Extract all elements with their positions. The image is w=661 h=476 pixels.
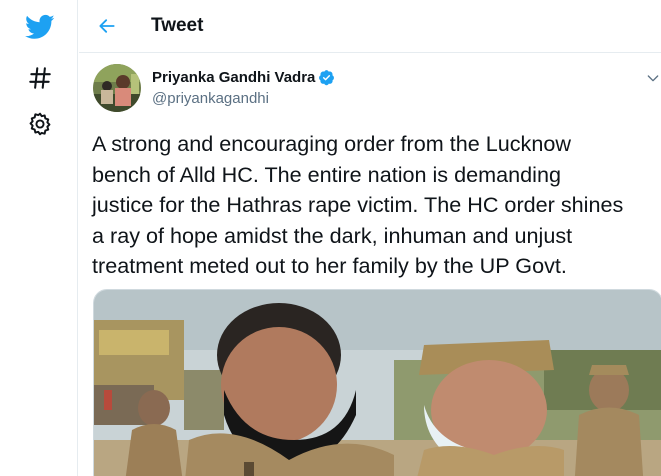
- twitter-bird-icon: [25, 14, 55, 39]
- tweet-text: A strong and encouraging order from the …: [92, 131, 624, 278]
- tweet-media[interactable]: [93, 289, 661, 476]
- page-header: Tweet: [79, 0, 661, 53]
- back-button[interactable]: [89, 8, 125, 44]
- page-title: Tweet: [151, 15, 204, 36]
- hashtag-icon: [29, 67, 51, 89]
- tweet-detail-column: Tweet Priyanka Gandhi Vadra @priyankagan…: [79, 0, 661, 476]
- settings-button[interactable]: [16, 100, 64, 148]
- back-arrow-icon: [99, 19, 115, 33]
- left-nav-rail: [0, 0, 78, 476]
- author-handle[interactable]: @priyankagandhi: [152, 90, 269, 107]
- chevron-down-icon: [647, 75, 659, 82]
- more-options-button[interactable]: [642, 67, 661, 89]
- avatar[interactable]: [93, 64, 141, 112]
- media-photo: [94, 290, 661, 476]
- author-name[interactable]: Priyanka Gandhi Vadra: [152, 69, 315, 86]
- settings-gear-icon: [29, 112, 51, 136]
- twitter-home-button[interactable]: [16, 3, 64, 51]
- avatar-photo: [93, 64, 141, 112]
- explore-button[interactable]: [16, 54, 64, 102]
- verified-badge-icon: [319, 70, 334, 86]
